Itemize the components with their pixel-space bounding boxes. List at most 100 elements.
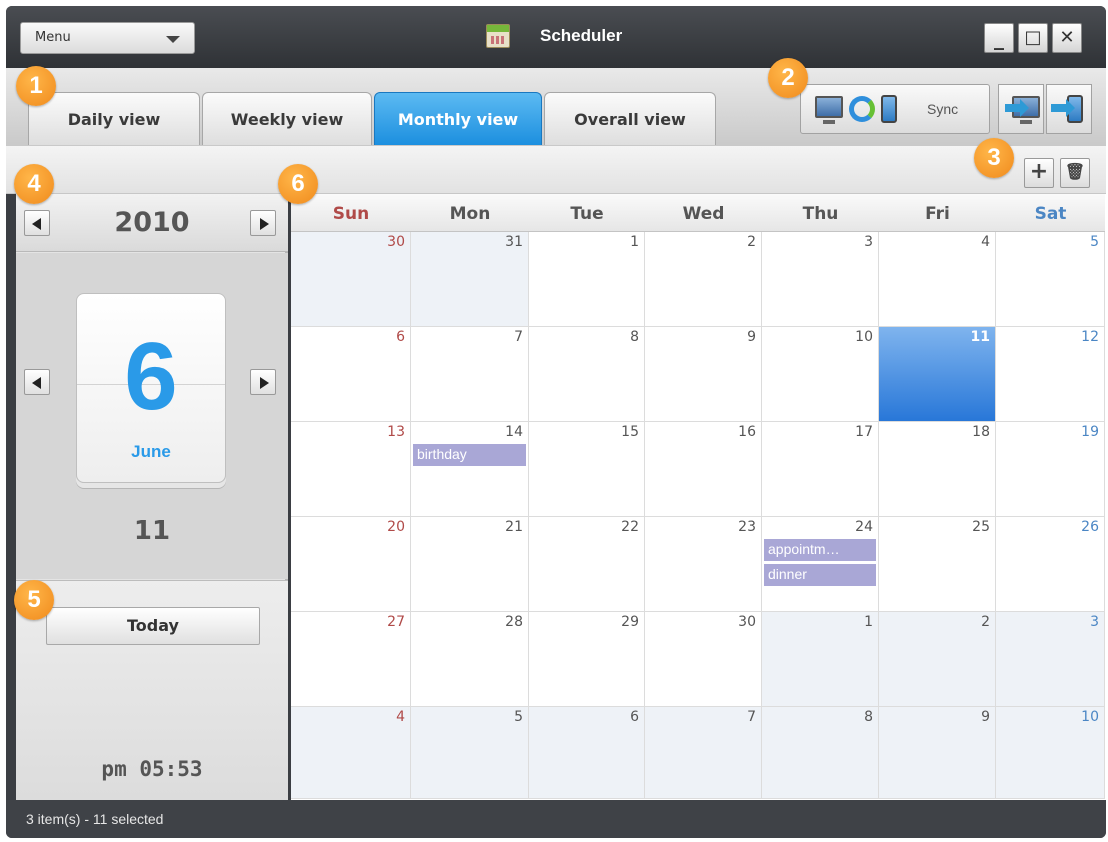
tab-daily-view[interactable]: Daily view <box>28 92 200 145</box>
day-number: 30 <box>738 614 756 630</box>
today-button[interactable]: Today <box>46 607 260 645</box>
tab-overall-view[interactable]: Overall view <box>544 92 716 145</box>
day-cell[interactable]: 5 <box>996 232 1105 327</box>
day-cell[interactable]: 3 <box>762 232 879 327</box>
calendar-event[interactable]: birthday <box>413 444 526 466</box>
delete-schedule-button[interactable]: 🗑 <box>1060 158 1090 188</box>
day-number: 30 <box>387 234 405 250</box>
day-cell[interactable]: 30 <box>291 232 411 327</box>
day-number: 17 <box>855 424 873 440</box>
day-cell[interactable]: 11 <box>879 327 996 422</box>
day-cell[interactable]: 1 <box>762 612 879 707</box>
calendar-event[interactable]: appointm… <box>764 539 876 561</box>
menu-dropdown[interactable]: Menu <box>20 22 195 54</box>
today-section: Today pm 05:53 <box>16 580 288 800</box>
day-cell[interactable]: 24 appointm… dinner <box>762 517 879 612</box>
weekday-header: Wed <box>645 194 762 232</box>
day-cell[interactable]: 4 <box>879 232 996 327</box>
day-number: 4 <box>396 709 405 725</box>
arrow-right-icon <box>1005 99 1029 117</box>
day-cell[interactable]: 13 <box>291 422 411 517</box>
day-number: 2 <box>747 234 756 250</box>
day-cell[interactable]: 19 <box>996 422 1105 517</box>
day-cell[interactable]: 31 <box>411 232 529 327</box>
minimize-icon: _ <box>994 26 1004 50</box>
calendar-event[interactable]: dinner <box>764 564 876 586</box>
callout-marker-6: 5 <box>14 580 54 620</box>
scheduler-window: Menu Scheduler _ □ ✕ Daily view Weekly v… <box>6 6 1106 838</box>
callout-marker-3: 3 <box>974 138 1014 178</box>
day-cell[interactable]: 15 <box>529 422 645 517</box>
day-cell[interactable]: 12 <box>996 327 1105 422</box>
day-cell[interactable]: 8 <box>762 707 879 799</box>
status-text: 3 item(s) - 11 selected <box>26 811 164 827</box>
day-number: 11 <box>970 329 990 345</box>
weekday-header: Tue <box>529 194 645 232</box>
next-month-button[interactable] <box>250 369 276 395</box>
day-number: 6 <box>396 329 405 345</box>
day-cell[interactable]: 22 <box>529 517 645 612</box>
day-number: 3 <box>1090 614 1099 630</box>
day-cell[interactable]: 23 <box>645 517 762 612</box>
maximize-button[interactable]: □ <box>1018 23 1048 53</box>
day-cell[interactable]: 9 <box>879 707 996 799</box>
day-cell[interactable]: 10 <box>996 707 1105 799</box>
day-cell[interactable]: 14 birthday <box>411 422 529 517</box>
callout-marker-2: 2 <box>768 58 808 98</box>
day-cell[interactable]: 6 <box>529 707 645 799</box>
export-to-phone-button[interactable] <box>1046 84 1092 134</box>
day-cell[interactable]: 30 <box>645 612 762 707</box>
day-cell[interactable]: 3 <box>996 612 1105 707</box>
day-cell[interactable]: 4 <box>291 707 411 799</box>
close-button[interactable]: ✕ <box>1052 23 1082 53</box>
day-number: 12 <box>1081 329 1099 345</box>
calendar-app-icon <box>486 24 510 48</box>
day-cell[interactable]: 2 <box>645 232 762 327</box>
day-number: 5 <box>514 709 523 725</box>
day-cell[interactable]: 2 <box>879 612 996 707</box>
day-cell[interactable]: 9 <box>645 327 762 422</box>
day-cell[interactable]: 10 <box>762 327 879 422</box>
export-to-pc-button[interactable] <box>998 84 1044 134</box>
day-cell[interactable]: 17 <box>762 422 879 517</box>
day-cell[interactable]: 6 <box>291 327 411 422</box>
day-cell[interactable]: 26 <box>996 517 1105 612</box>
day-cell[interactable]: 28 <box>411 612 529 707</box>
day-number: 10 <box>855 329 873 345</box>
month-calendar-grid: Sun Mon Tue Wed Thu Fri Sat 30 31 1 2 3 4 5 6 7 8 9 10 11 1… <box>291 194 1106 800</box>
minimize-button[interactable]: _ <box>984 23 1014 53</box>
day-cell[interactable]: 20 <box>291 517 411 612</box>
day-number: 23 <box>738 519 756 535</box>
day-cell[interactable]: 18 <box>879 422 996 517</box>
day-number: 31 <box>505 234 523 250</box>
trash-icon: 🗑 <box>1064 162 1086 181</box>
next-year-button[interactable] <box>250 210 276 236</box>
day-number: 19 <box>1081 424 1099 440</box>
monitor-icon <box>815 96 843 124</box>
day-cell[interactable]: 27 <box>291 612 411 707</box>
sync-label: Sync <box>927 101 959 117</box>
day-cell[interactable]: 8 <box>529 327 645 422</box>
day-cell[interactable]: 5 <box>411 707 529 799</box>
prev-month-button[interactable] <box>24 369 50 395</box>
day-cell[interactable]: 21 <box>411 517 529 612</box>
day-number: 3 <box>864 234 873 250</box>
callout-marker-1: 1 <box>16 66 56 106</box>
add-schedule-button[interactable]: + <box>1024 158 1054 188</box>
tab-weekly-view[interactable]: Weekly view <box>202 92 372 145</box>
date-navigator-panel: 2010 6 June 11 Today pm 05:53 <box>16 194 288 800</box>
day-number: 1 <box>864 614 873 630</box>
day-cell[interactable]: 16 <box>645 422 762 517</box>
sync-button[interactable]: Sync <box>800 84 990 134</box>
callout-marker-5: 6 <box>278 164 318 204</box>
day-cell[interactable]: 7 <box>645 707 762 799</box>
day-number: 4 <box>981 234 990 250</box>
status-bar: 3 item(s) - 11 selected <box>6 800 1106 838</box>
day-cell[interactable]: 1 <box>529 232 645 327</box>
day-cell[interactable]: 25 <box>879 517 996 612</box>
day-cell[interactable]: 7 <box>411 327 529 422</box>
tab-monthly-view[interactable]: Monthly view <box>374 92 542 145</box>
day-cell[interactable]: 29 <box>529 612 645 707</box>
day-number: 8 <box>864 709 873 725</box>
arrow-right-icon <box>1051 99 1075 117</box>
